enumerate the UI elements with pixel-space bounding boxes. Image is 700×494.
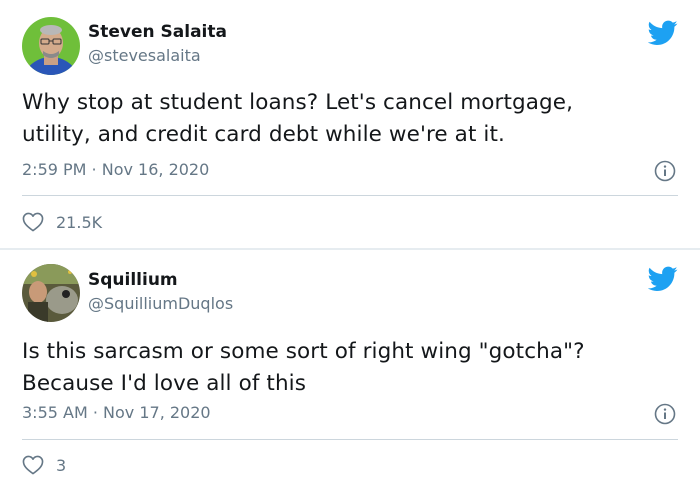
author-name[interactable]: Squillium bbox=[88, 270, 178, 290]
heart-icon bbox=[22, 212, 44, 232]
avatar[interactable] bbox=[22, 17, 80, 75]
tweet-card: Steven Salaita @stevesalaita Why stop at… bbox=[0, 0, 700, 248]
tweet-text: Why stop at student loans? Let's cancel … bbox=[22, 90, 574, 147]
twitter-bird-icon[interactable] bbox=[648, 266, 678, 292]
like-button[interactable]: 21.5K bbox=[22, 210, 102, 234]
divider bbox=[22, 195, 678, 196]
like-button[interactable]: 3 bbox=[22, 453, 66, 477]
divider bbox=[22, 439, 678, 440]
author-name[interactable]: Steven Salaita bbox=[88, 22, 227, 42]
info-icon[interactable] bbox=[654, 160, 676, 182]
tweet-timestamp[interactable]: 2:59 PM · Nov 16, 2020 bbox=[22, 160, 209, 179]
tweet-text: Is this sarcasm or some sort of right wi… bbox=[22, 339, 585, 396]
avatar[interactable] bbox=[22, 264, 80, 322]
tweet-card: Squillium @SquilliumDuqlos Is this sarca… bbox=[0, 250, 700, 494]
twitter-bird-icon[interactable] bbox=[648, 20, 678, 46]
author-handle[interactable]: @SquilliumDuqlos bbox=[88, 294, 233, 313]
info-icon[interactable] bbox=[654, 403, 676, 425]
tweet-timestamp[interactable]: 3:55 AM · Nov 17, 2020 bbox=[22, 403, 211, 422]
like-count: 21.5K bbox=[56, 212, 103, 232]
author-handle[interactable]: @stevesalaita bbox=[88, 46, 201, 65]
like-count: 3 bbox=[56, 455, 67, 475]
heart-icon bbox=[22, 455, 44, 475]
